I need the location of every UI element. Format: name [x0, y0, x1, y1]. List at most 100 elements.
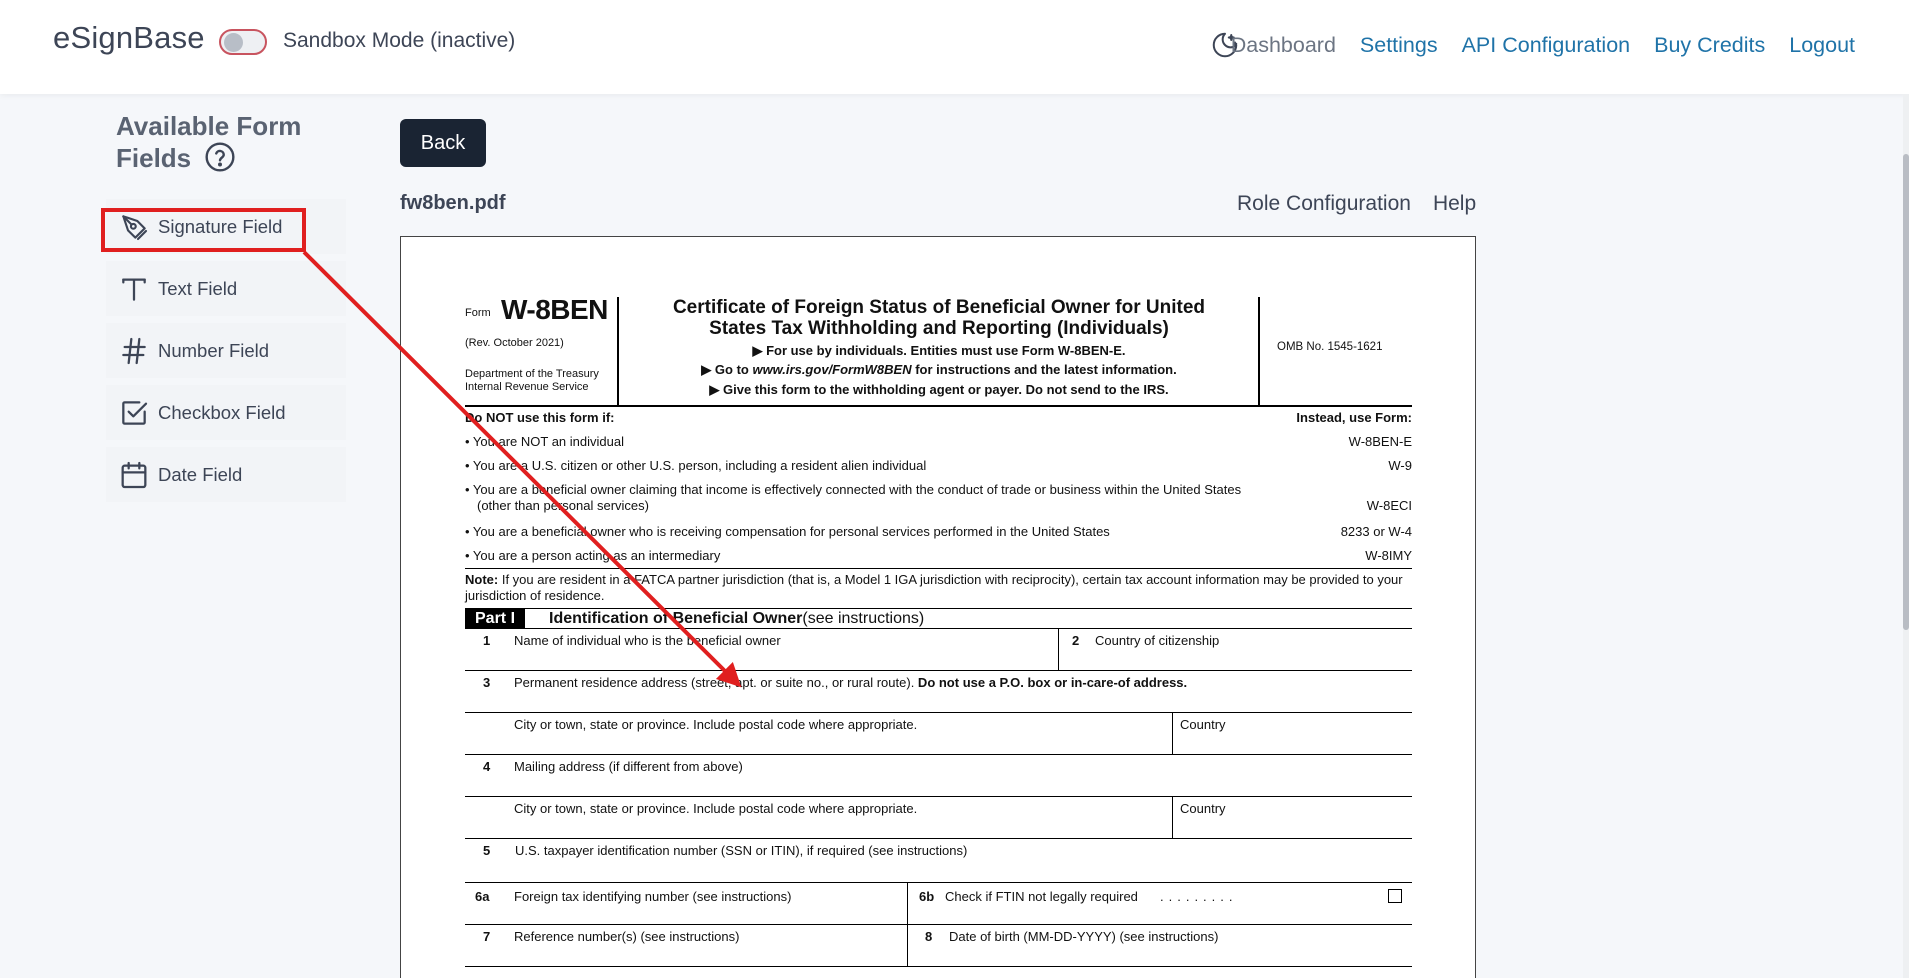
top-navbar: eSignBase Sandbox Mode (inactive) Dashbo…	[0, 0, 1909, 94]
header-divider-left	[617, 297, 619, 405]
sandbox-toggle[interactable]	[219, 29, 267, 55]
cell-divider	[1172, 713, 1173, 754]
line-6b-label: Check if FTIN not legally required	[945, 889, 1138, 904]
signature-field-label: Signature Field	[158, 215, 283, 237]
nav-api-configuration[interactable]: API Configuration	[1462, 33, 1631, 58]
hash-icon	[122, 337, 146, 364]
line-1-label: Name of individual who is the beneficial…	[514, 633, 781, 648]
part1-suffix: (see instructions)	[802, 609, 925, 627]
form-title-line1: Certificate of Foreign Status of Benefic…	[672, 297, 1206, 318]
sidebar-title-line2: Fields	[116, 143, 192, 173]
bullet-form: W-8ECI	[1366, 498, 1412, 513]
line-number: 5	[483, 843, 491, 858]
sub2-post: for instructions and the latest informat…	[911, 362, 1177, 377]
bullet-row: • You are a person acting as an intermed…	[465, 548, 1412, 564]
line-number: 3	[483, 675, 491, 690]
nav-buy-credits[interactable]: Buy Credits	[1654, 33, 1765, 58]
checkbox-field-item[interactable]: Checkbox Field	[106, 385, 346, 440]
bullet-text-cont: (other than personal services)	[477, 498, 649, 513]
part1-title: Identification of Beneficial Owner	[549, 609, 803, 627]
cell-divider	[1172, 797, 1173, 838]
line-7-8-row[interactable]: 7 Reference number(s) (see instructions)…	[465, 925, 1412, 967]
city-label: City or town, state or province. Include…	[514, 801, 918, 816]
date-field-item[interactable]: Date Field	[106, 447, 346, 502]
cell-divider	[1058, 629, 1059, 670]
number-field-item[interactable]: Number Field	[106, 323, 346, 378]
role-configuration-link[interactable]: Role Configuration	[1237, 192, 1411, 216]
line-3-row[interactable]: 3 Permanent residence address (street, a…	[465, 671, 1412, 713]
cell-divider	[907, 925, 908, 966]
text-field-label: Text Field	[158, 277, 238, 299]
header-rule	[465, 405, 1412, 407]
country-label: Country	[1180, 717, 1226, 732]
line-4-label: Mailing address (if different from above…	[514, 759, 743, 774]
bullet-form: W-9	[1388, 458, 1412, 473]
number-field-label: Number Field	[158, 339, 270, 361]
line-2-label: Country of citizenship	[1095, 633, 1220, 648]
date-field-label: Date Field	[158, 463, 243, 485]
nav-settings[interactable]: Settings	[1360, 33, 1438, 58]
line-5-label: U.S. taxpayer identification number (SSN…	[515, 843, 968, 858]
line-number: 6b	[919, 889, 935, 904]
instead-use-label: Instead, use Form:	[1296, 410, 1412, 425]
form-number: W-8BEN	[501, 294, 608, 325]
dot-leader: .........	[1160, 889, 1238, 904]
do-not-use-row: Do NOT use this form if: Instead, use Fo…	[465, 410, 1412, 426]
sidebar-title: Available Form Fields	[116, 110, 336, 176]
back-button[interactable]: Back	[400, 119, 486, 167]
city-row[interactable]: City or town, state or province. Include…	[465, 713, 1412, 755]
form-field-list: Signature Field Text Field Number Field …	[106, 199, 346, 509]
scrollbar-thumb[interactable]	[1903, 154, 1909, 630]
line-number: 6a	[475, 889, 490, 904]
brand-logo[interactable]: eSignBase	[53, 20, 205, 56]
mailing-city-row[interactable]: City or town, state or province. Include…	[465, 797, 1412, 839]
line-number: 1	[483, 633, 491, 648]
line-number: 7	[483, 929, 491, 944]
bullet-form: W-8IMY	[1365, 548, 1412, 563]
form-word: Form	[465, 307, 491, 319]
omb-number: OMB No. 1545-1621	[1277, 341, 1383, 353]
line-1-2-row[interactable]: 1 Name of individual who is the benefici…	[465, 629, 1412, 671]
form-revision: (Rev. October 2021)	[465, 337, 564, 349]
line-5-row[interactable]: 5 U.S. taxpayer identification number (S…	[465, 839, 1412, 883]
pdf-content: Form W-8BEN (Rev. October 2021) Departme…	[465, 294, 1412, 967]
line-4-row[interactable]: 4 Mailing address (if different from abo…	[465, 755, 1412, 797]
form-title: Certificate of Foreign Status of Benefic…	[620, 297, 1258, 339]
part1-tag: Part I	[465, 609, 526, 628]
signature-field-item[interactable]: Signature Field	[106, 199, 346, 254]
note-text: If you are resident in a FATCA partner j…	[465, 572, 1403, 603]
page-scrollbar[interactable]	[1903, 94, 1909, 978]
line-6-row[interactable]: 6a Foreign tax identifying number (see i…	[465, 883, 1412, 925]
nav-dashboard[interactable]: Dashboard	[1231, 33, 1336, 58]
form-subtitle-1: ▶ For use by individuals. Entities must …	[752, 343, 1126, 358]
ftin-checkbox[interactable]	[1388, 889, 1402, 903]
sub2-pre: ▶ Go to	[701, 362, 753, 377]
city-label: City or town, state or province. Include…	[514, 717, 918, 732]
line-3-label: Permanent residence address (street, apt…	[514, 675, 1187, 690]
calendar-icon	[121, 461, 147, 488]
bullet-form: W-8BEN-E	[1348, 434, 1412, 449]
line-6a-label: Foreign tax identifying number (see inst…	[514, 889, 792, 904]
form-header: Form W-8BEN (Rev. October 2021) Departme…	[465, 294, 1412, 405]
question-circle-icon[interactable]	[204, 141, 236, 173]
main-nav: Dashboard Settings API Configuration Buy…	[1231, 33, 1855, 58]
cell-divider	[907, 883, 908, 924]
bullet-text: • You are a beneficial owner who is rece…	[465, 524, 1110, 539]
fatca-note: Note: If you are resident in a FATCA par…	[465, 572, 1412, 604]
text-t-icon	[122, 278, 146, 301]
toggle-knob	[224, 33, 243, 52]
form-title-line2: States Tax Withholding and Reporting (In…	[709, 318, 1169, 339]
dept-line2: Internal Revenue Service	[465, 381, 589, 393]
pdf-page-canvas[interactable]: Form W-8BEN (Rev. October 2021) Departme…	[400, 236, 1476, 978]
bullet-row: • You are NOT an individual W-8BEN-E	[465, 434, 1412, 450]
dept-line1: Department of the Treasury	[465, 368, 599, 380]
bullet-text: • You are a beneficial owner claiming th…	[465, 482, 1242, 497]
bullet-row: • You are a beneficial owner claiming th…	[465, 482, 1412, 514]
country-label: Country	[1180, 801, 1226, 816]
line-7-label: Reference number(s) (see instructions)	[514, 929, 740, 944]
bullet-text: • You are a person acting as an intermed…	[465, 548, 721, 563]
nav-logout[interactable]: Logout	[1789, 33, 1855, 58]
help-link[interactable]: Help	[1433, 192, 1476, 216]
checkbox-field-label: Checkbox Field	[158, 401, 286, 423]
text-field-item[interactable]: Text Field	[106, 261, 346, 316]
